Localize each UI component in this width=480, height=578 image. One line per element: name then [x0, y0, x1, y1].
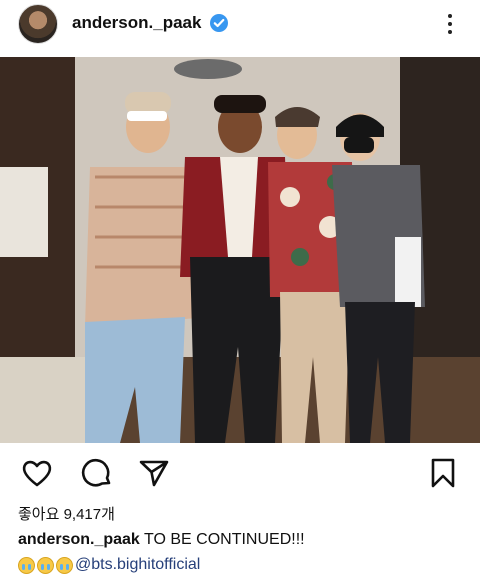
post-header: anderson._paak — [0, 0, 480, 48]
likes-count[interactable]: 좋아요 9,417개 — [18, 503, 115, 524]
post-photo[interactable] — [0, 57, 480, 443]
post-caption: anderson._paak TO BE CONTINUED!!! — [18, 531, 305, 549]
profile-avatar[interactable] — [18, 4, 58, 44]
crying-face-icon — [56, 556, 73, 574]
more-options-icon[interactable] — [440, 10, 460, 38]
send-icon[interactable] — [137, 456, 171, 490]
heart-icon[interactable] — [20, 456, 54, 490]
mention-link[interactable]: @bts.bighitofficial — [75, 556, 200, 574]
caption-mention-line: @bts.bighitofficial — [18, 556, 200, 574]
bookmark-icon[interactable] — [426, 456, 460, 490]
crying-face-icon — [18, 556, 35, 574]
caption-username[interactable]: anderson._paak — [18, 531, 140, 548]
caption-text: TO BE CONTINUED!!! — [143, 531, 305, 548]
post-username[interactable]: anderson._paak — [72, 13, 201, 33]
comment-icon[interactable] — [80, 456, 114, 490]
verified-badge-icon — [210, 14, 228, 32]
post-actions-bar — [0, 448, 480, 494]
crying-face-icon — [37, 556, 54, 574]
